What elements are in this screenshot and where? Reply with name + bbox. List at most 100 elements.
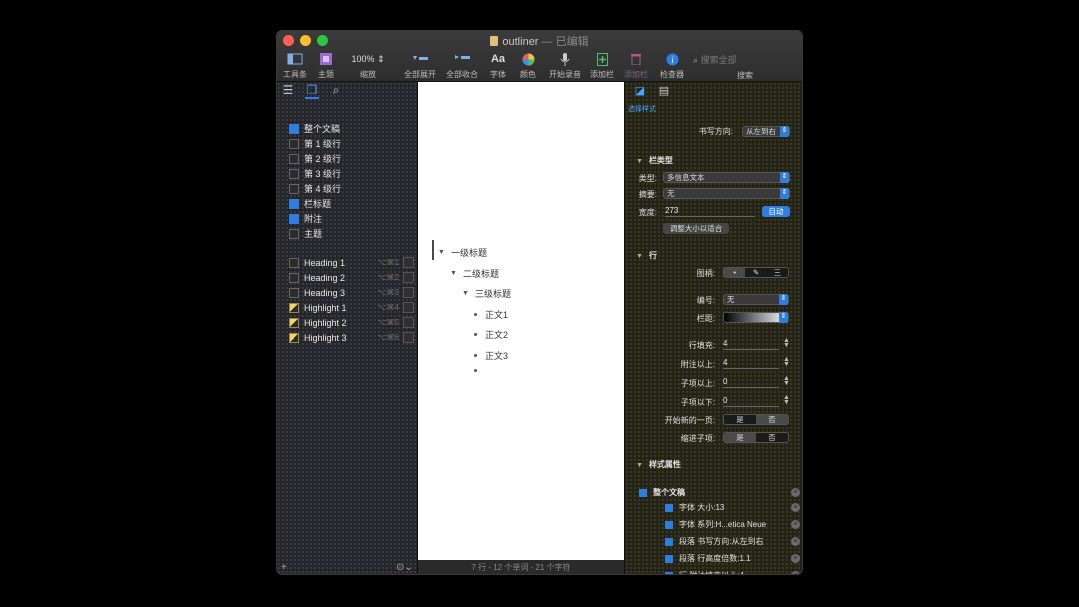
toolbar-collapse-all-button[interactable]: 全部收合 [445, 50, 479, 80]
outline-tab-icon[interactable]: ☰ [281, 83, 295, 99]
disclosure-triangle-icon[interactable]: ▼ [636, 253, 643, 260]
styles-sidebar: ☰ ❐ ⌕ 整个文稿第 1 级行第 2 级行第 3 级行第 4 级行 栏标题 附注主… [277, 82, 418, 574]
toolbar-expand-all-button[interactable]: 全部展开 [403, 50, 437, 80]
outline-row[interactable]: ▼ 三级标题 [462, 287, 511, 300]
styles-tab-icon[interactable]: ❐ [305, 83, 319, 99]
indent-children-segmented[interactable]: 是 否 [723, 432, 789, 443]
remove-attribute-icon[interactable]: × [791, 554, 800, 563]
above-child-stepper[interactable]: ▲ ▼ [783, 375, 790, 387]
above-note-field[interactable]: 4 [723, 358, 779, 369]
new-page-segmented[interactable]: 是 否 [723, 414, 789, 425]
outline-row[interactable]: 正文1 [474, 308, 508, 321]
style-list-item[interactable]: Heading 3 ⌥⌘3 [289, 285, 414, 300]
style-list-item[interactable]: 第 3 级行 [289, 166, 414, 181]
below-child-field[interactable]: 0 [723, 396, 779, 407]
new-page-no-option[interactable]: 否 [756, 415, 788, 424]
remove-attribute-icon[interactable]: × [791, 520, 800, 529]
toolbar-add-column-button[interactable]: 添加栏 [589, 50, 615, 80]
style-list-item[interactable]: 第 4 级行 [289, 181, 414, 196]
handle-bullet-option[interactable]: • [724, 268, 746, 277]
auto-width-button[interactable]: 自动 [762, 206, 790, 217]
toolbar-font-button[interactable]: Aa 字体 [487, 50, 509, 80]
disclosure-triangle-icon[interactable]: ▼ [636, 158, 643, 165]
disclosure-triangle-icon[interactable]: ▼ [450, 270, 457, 277]
summary-popup[interactable]: 无 [663, 188, 790, 199]
toolbar-delete-button[interactable]: 添加栏 [623, 50, 649, 80]
remove-style-icon[interactable]: × [791, 488, 800, 497]
toolbar-theme-button[interactable]: 主题 [315, 50, 337, 80]
style-list-item[interactable]: Highlight 3 ⌥⌘6 [289, 330, 414, 345]
style-attribute-row[interactable]: 段落 书写方向:从左到右 × [665, 536, 800, 547]
type-popup[interactable]: 多信息文本 [663, 172, 790, 183]
row-handle-icon[interactable] [474, 354, 477, 357]
column-type-section[interactable]: ▼ 栏类型 [636, 155, 673, 166]
style-list-item[interactable]: 整个文稿 [289, 121, 414, 136]
style-attribute-row[interactable]: 字体 系列:H...etica Neue × [665, 519, 800, 530]
search-tab-icon[interactable]: ⌕ [329, 83, 343, 99]
style-list-item[interactable]: Highlight 1 ⌥⌘4 [289, 300, 414, 315]
style-inspector-tab-icon[interactable]: ◪ [633, 84, 647, 100]
toolbar-zoom-control[interactable]: 100% ⇕ 缩放 [347, 50, 389, 80]
style-list-item[interactable]: 主题 [289, 226, 414, 241]
sidebar-gear-menu[interactable]: ⊙⌄ [396, 562, 413, 573]
style-attributes-section[interactable]: ▼ 样式属性 [636, 459, 681, 470]
outline-row[interactable]: ▼ 二级标题 [450, 267, 499, 280]
row-padding-stepper[interactable]: ▲ ▼ [783, 337, 790, 349]
row-handle-icon[interactable] [474, 333, 477, 336]
style-list-item[interactable]: Heading 2 ⌥⌘2 [289, 270, 414, 285]
document-inspector-tab-icon[interactable]: ▤ [657, 84, 671, 100]
writing-direction-popup[interactable]: 从左到右 [742, 126, 790, 137]
toolbar-inspector-button[interactable]: i 检查器 [657, 50, 687, 80]
style-swatch-icon [289, 287, 299, 298]
remove-attribute-icon[interactable]: × [791, 503, 800, 512]
numbering-popup[interactable]: 无 [723, 294, 789, 305]
outline-row[interactable]: ▼ 一级标题 [438, 246, 487, 259]
above-child-label: 子项以上: [680, 379, 715, 388]
width-field[interactable]: 273 [665, 206, 755, 217]
handle-lines-option[interactable]: 三 [766, 268, 788, 277]
disclosure-triangle-icon[interactable]: ▼ [462, 290, 469, 297]
outline-row[interactable]: 正文3 [474, 349, 508, 362]
toolbar-record-button[interactable]: 开始录音 [547, 50, 583, 80]
style-list-item[interactable]: Highlight 2 ⌥⌘5 [289, 315, 414, 330]
style-list-item[interactable]: 第 2 级行 [289, 151, 414, 166]
fit-width-button[interactable]: 调整大小以适合 [663, 223, 729, 234]
style-list-item[interactable]: Heading 1 ⌥⌘1 [289, 255, 414, 270]
column-gap-color-popup[interactable] [723, 312, 789, 323]
row-handle-icon[interactable] [474, 313, 477, 316]
outline-editor[interactable]: ▼ 一级标题 ▼ 二级标题 ▼ 三级标题 正文1 正文2 正文3 [418, 82, 624, 560]
style-attribute-row[interactable]: 行 附注填充以上:4 × [665, 570, 800, 574]
style-attribute-label: 行 附注填充以上:4 [679, 570, 744, 574]
row-padding-field[interactable]: 4 [723, 339, 779, 350]
disclosure-triangle-icon[interactable]: ▼ [636, 462, 643, 469]
outline-row-empty[interactable] [474, 369, 485, 372]
style-shortcut: ⌥⌘1 [377, 258, 399, 267]
toolbar-color-button[interactable]: 颜色 [517, 50, 539, 80]
remove-attribute-icon[interactable]: × [791, 537, 800, 546]
style-attribute-row[interactable]: 字体 大小:13 × [665, 502, 800, 513]
indent-children-no-option[interactable]: 否 [756, 433, 788, 442]
handle-segmented[interactable]: • ✎ 三 [723, 267, 789, 278]
row-handle-icon[interactable] [474, 369, 477, 372]
new-page-yes-option[interactable]: 是 [724, 415, 756, 424]
style-attribute-row[interactable]: 段落 行高度倍数:1.1 × [665, 553, 800, 564]
style-swatch-icon [289, 272, 299, 283]
style-list-item[interactable]: 附注 [289, 211, 414, 226]
outline-row[interactable]: 正文2 [474, 328, 508, 341]
below-child-label: 子项以下: [680, 398, 715, 407]
indent-children-yes-option[interactable]: 是 [724, 433, 756, 442]
style-list-item[interactable]: 栏标题 [289, 196, 414, 211]
handle-pen-option[interactable]: ✎ [745, 268, 767, 277]
above-note-stepper[interactable]: ▲ ▼ [783, 356, 790, 368]
toolbar-sidebar-button[interactable]: 工具条 [281, 50, 309, 80]
above-child-field[interactable]: 0 [723, 377, 779, 388]
below-child-stepper[interactable]: ▲ ▼ [783, 394, 790, 406]
row-section[interactable]: ▼ 行 [636, 250, 657, 261]
window-title: outliner — 已编辑 [277, 33, 802, 49]
search-field[interactable]: ⌕ 搜索全部 [693, 53, 802, 67]
remove-attribute-icon[interactable]: × [791, 571, 800, 574]
add-style-button[interactable]: + [281, 562, 287, 573]
style-list-item[interactable]: 第 1 级行 [289, 136, 414, 151]
style-attributes-root[interactable]: 整个文稿 × [639, 487, 800, 498]
disclosure-triangle-icon[interactable]: ▼ [438, 249, 445, 256]
